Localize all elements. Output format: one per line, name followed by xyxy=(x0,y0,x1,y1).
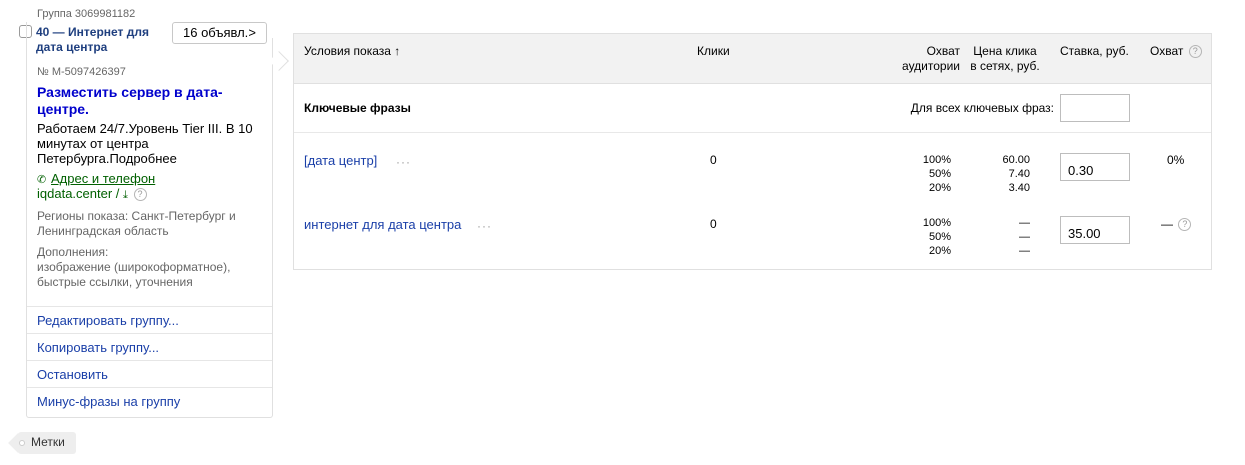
header-conditions[interactable]: Условия показа ↑ xyxy=(304,44,400,59)
header-cpc-line2: в сетях, руб. xyxy=(970,59,1040,73)
edit-group-link[interactable]: Редактировать группу... xyxy=(27,306,272,333)
cpc-value: — xyxy=(1019,231,1030,243)
sort-arrow-icon: ↑ xyxy=(394,44,401,58)
keyword-link[interactable]: интернет для дата центра xyxy=(304,217,461,232)
reach-value: 20% xyxy=(928,245,951,257)
header-conditions-label: Условия показа xyxy=(304,44,391,58)
reach-value: 20% xyxy=(928,182,951,194)
all-phrases-bid-input[interactable] xyxy=(1060,94,1130,122)
domain-line: iqdata.center / ⤓ ? xyxy=(37,186,147,202)
ad-regions: Регионы показа: Санкт-Петербург и Ленинг… xyxy=(37,209,236,238)
reach-value: 100% xyxy=(922,217,951,229)
row-divider xyxy=(294,132,1211,133)
coverage-value: 0% xyxy=(1167,153,1185,167)
header-reach-line1: Охват xyxy=(926,44,960,58)
ad-domain: iqdata.center / xyxy=(37,186,120,201)
cpc-value: 7.40 xyxy=(1008,168,1030,180)
reach-value: 50% xyxy=(928,231,951,243)
all-phrases-label: Для всех ключевых фраз: xyxy=(910,101,1054,115)
help-icon[interactable]: ? xyxy=(133,188,147,201)
help-icon[interactable]: ? xyxy=(1188,45,1202,58)
clicks-value: 0 xyxy=(710,217,717,231)
chevron-right-icon: > xyxy=(248,25,256,40)
tag-dot-icon xyxy=(19,440,25,446)
negative-phrases-link[interactable]: Минус-фразы на группу xyxy=(27,387,272,414)
reach-value: 100% xyxy=(922,154,951,166)
cpc-values: — — — xyxy=(980,216,1030,258)
header-reach[interactable]: Охват аудитории xyxy=(880,44,960,74)
ads-count-button[interactable]: 16 объявл. > xyxy=(172,22,267,44)
group-id-label: Группа 3069981182 xyxy=(37,8,136,20)
more-icon[interactable]: ··· xyxy=(477,219,492,233)
ad-text: Работаем 24/7.Уровень Tier III. В 10 мин… xyxy=(37,121,253,166)
extras-list: изображение (широкоформатное), быстрые с… xyxy=(37,260,231,289)
contacts-line: ✆ Адрес и телефон xyxy=(37,171,155,186)
ads-count-label: 16 объявл. xyxy=(183,25,249,40)
cpc-value: — xyxy=(1019,245,1030,257)
help-icon[interactable]: ? xyxy=(1178,218,1192,231)
reach-values: 100% 50% 20% xyxy=(900,216,951,258)
header-cpc[interactable]: Цена клика в сетях, руб. xyxy=(966,44,1044,74)
clicks-value: 0 xyxy=(710,153,717,167)
contacts-link[interactable]: Адрес и телефон xyxy=(51,171,155,186)
ad-title[interactable]: Разместить сервер в дата-центре. xyxy=(37,84,257,118)
more-icon[interactable]: ··· xyxy=(396,155,411,169)
header-coverage[interactable]: Охват ? xyxy=(1150,44,1202,59)
header-bid[interactable]: Ставка, руб. xyxy=(1060,44,1129,59)
extras-label: Дополнения: xyxy=(37,245,109,259)
ad-number: № M-5097426397 xyxy=(37,66,126,78)
cpc-values: 60.00 7.40 3.40 xyxy=(980,153,1030,195)
header-coverage-label: Охват xyxy=(1150,44,1184,58)
cpc-value: 60.00 xyxy=(1002,154,1030,166)
stop-link[interactable]: Остановить xyxy=(27,360,272,387)
section-title: Ключевые фразы xyxy=(304,101,411,115)
reach-values: 100% 50% 20% xyxy=(900,153,951,195)
cpc-value: — xyxy=(1019,217,1030,229)
coverage-dash: — xyxy=(1161,217,1173,231)
copy-group-link[interactable]: Копировать группу... xyxy=(27,333,272,360)
coverage-value: — ? xyxy=(1161,217,1192,231)
download-icon[interactable]: ⤓ xyxy=(123,189,128,201)
table-header xyxy=(294,34,1211,84)
group-name[interactable]: 40 — Интернет для дата центра xyxy=(36,25,176,55)
tags-button[interactable]: Метки xyxy=(18,432,76,454)
header-cpc-line1: Цена клика xyxy=(973,44,1037,58)
bid-input[interactable] xyxy=(1060,153,1130,181)
phone-icon: ✆ xyxy=(37,174,47,186)
header-clicks[interactable]: Клики xyxy=(697,44,730,59)
keyword-link[interactable]: [дата центр] xyxy=(304,153,377,168)
header-reach-line2: аудитории xyxy=(902,59,960,73)
reach-value: 50% xyxy=(928,168,951,180)
group-actions: Редактировать группу... Копировать групп… xyxy=(27,306,272,414)
bid-input[interactable] xyxy=(1060,216,1130,244)
cpc-value: 3.40 xyxy=(1008,182,1030,194)
